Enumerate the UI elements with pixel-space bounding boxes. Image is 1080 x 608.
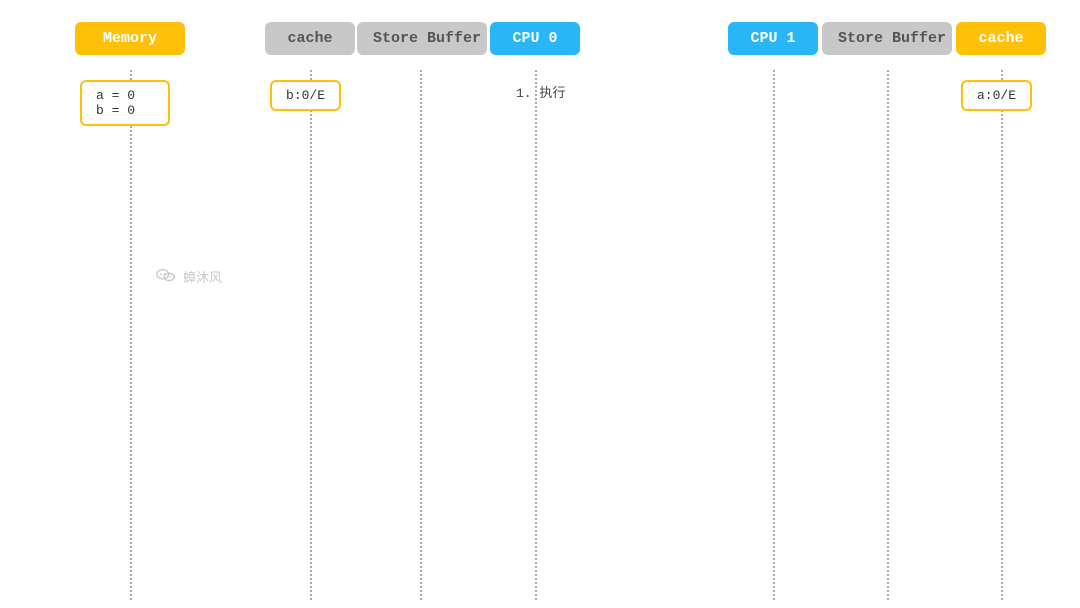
store-buffer0-box: Store Buffer — [357, 22, 487, 55]
watermark-text: 蟑沐风 — [183, 267, 222, 286]
diagram-container: Memory cache Store Buffer CPU 0 CPU 1 St… — [0, 0, 1080, 608]
vline-cache1 — [1001, 70, 1003, 600]
vline-memory — [130, 70, 132, 600]
cpu1-box: CPU 1 — [728, 22, 818, 55]
vline-cpu1 — [773, 70, 775, 600]
memory-data-line2: b = 0 — [96, 103, 154, 118]
memory-data-box: a = 0 b = 0 — [80, 80, 170, 126]
vline-storebuf0 — [420, 70, 422, 600]
cache0-box: cache — [265, 22, 355, 55]
exec-label: 1. 执行 — [516, 82, 565, 101]
watermark: 蟑沐风 — [155, 265, 222, 287]
cache0-data-box: b:0/E — [270, 80, 341, 111]
vline-storebuf1 — [887, 70, 889, 600]
cpu0-box: CPU 0 — [490, 22, 580, 55]
vline-cache0 — [310, 70, 312, 600]
memory-box: Memory — [75, 22, 185, 55]
memory-data-line1: a = 0 — [96, 88, 154, 103]
cache1-data-box: a:0/E — [961, 80, 1032, 111]
cache1-box: cache — [956, 22, 1046, 55]
store-buffer1-box: Store Buffer — [822, 22, 952, 55]
wechat-icon — [155, 265, 177, 287]
vline-cpu0 — [535, 70, 537, 600]
